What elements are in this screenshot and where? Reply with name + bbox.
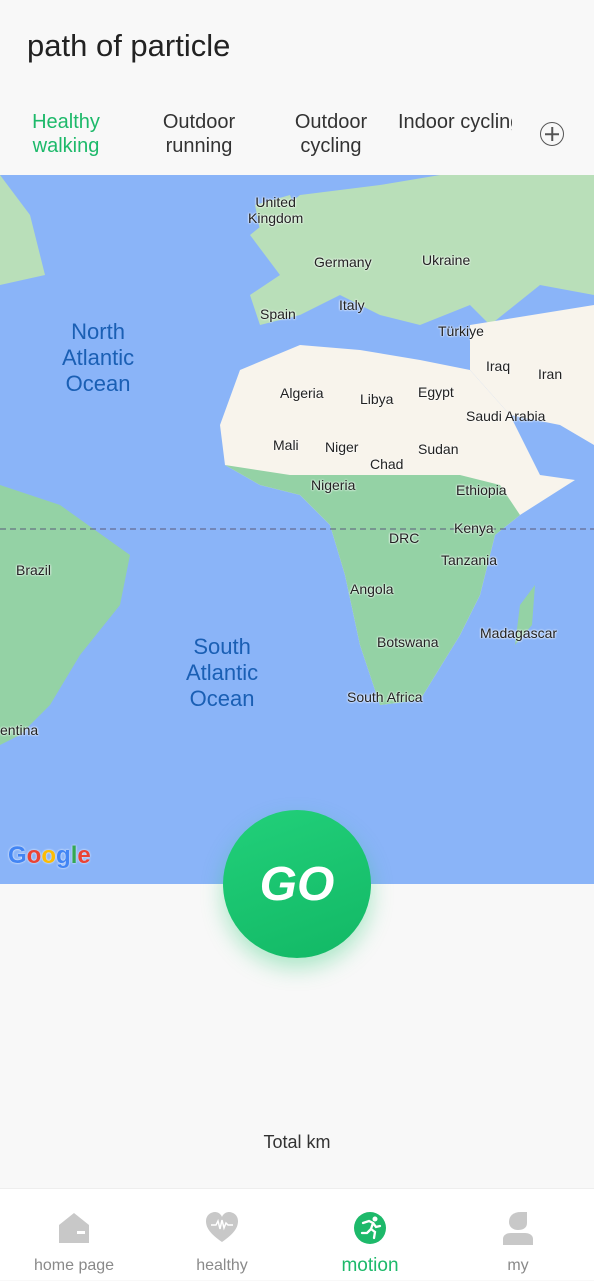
tab-outdoor-cycling[interactable]: Outdoor cycling (292, 110, 370, 158)
map-label: DRC (389, 530, 420, 546)
tab-outdoor-running[interactable]: Outdoor running (160, 110, 238, 158)
bottom-nav: home page healthy motion my (0, 1188, 594, 1280)
ocean-label: North Atlantic Ocean (62, 319, 135, 396)
land-south-america (0, 485, 130, 745)
map-label: United Kingdom (248, 194, 304, 226)
tab-indoor-cycling[interactable]: Indoor cycling (398, 110, 512, 134)
nav-home-page[interactable]: home page (0, 1189, 148, 1281)
nav-label: motion (341, 1255, 399, 1276)
go-button[interactable]: GO (223, 810, 371, 958)
tab-healthy-walking[interactable]: Healthy walking (30, 110, 102, 158)
map-label: Libya (360, 391, 394, 407)
nav-healthy[interactable]: healthy (148, 1189, 296, 1281)
home-icon (59, 1213, 89, 1243)
map-label: Ukraine (422, 252, 471, 268)
map-label: Iran (538, 366, 563, 382)
nav-label: home page (33, 1257, 115, 1274)
map-label: Türkiye (438, 323, 484, 339)
map-label: Saudi Arabia (466, 408, 546, 424)
map-label: entina (0, 722, 39, 738)
map-label: Mali (273, 437, 299, 453)
map-label: Ethiopia (456, 482, 507, 498)
map-label: Sudan (418, 441, 459, 457)
map-label: South Africa (347, 689, 423, 705)
add-tab-icon[interactable] (540, 122, 564, 146)
map-label: Niger (325, 439, 359, 455)
heart-pulse-icon (206, 1212, 238, 1242)
map-label: Iraq (486, 358, 511, 374)
page-title: path of particle (27, 28, 231, 63)
nav-motion[interactable]: motion (296, 1189, 444, 1281)
total-km-label: Total km (263, 1132, 331, 1152)
ocean-label: South Atlantic Ocean (186, 634, 259, 711)
map-label: Angola (350, 581, 394, 597)
google-logo: Google (8, 842, 91, 869)
nav-my[interactable]: my (444, 1189, 592, 1281)
map-label: Chad (370, 456, 404, 472)
nav-label: healthy (196, 1257, 248, 1274)
sport-tabs: Healthy walking Outdoor running Outdoor … (0, 110, 594, 170)
map-label: Nigeria (311, 477, 356, 493)
map-label: Madagascar (480, 625, 558, 641)
map-label: Egypt (418, 384, 454, 400)
map-label: Spain (260, 306, 296, 322)
map-label: Algeria (280, 385, 324, 401)
map-label: Germany (314, 254, 372, 270)
map-label: Kenya (454, 520, 494, 536)
person-icon (503, 1212, 533, 1245)
map-label: Brazil (16, 562, 52, 578)
land-greenland (0, 175, 45, 285)
map-label: Italy (339, 297, 365, 313)
map-land (0, 175, 594, 745)
running-icon (354, 1212, 386, 1244)
map-label: Botswana (377, 634, 439, 650)
nav-label: my (507, 1257, 529, 1274)
map-view[interactable]: North Atlantic Ocean South Atlantic Ocea… (0, 175, 594, 884)
map-label: Tanzania (441, 552, 498, 568)
